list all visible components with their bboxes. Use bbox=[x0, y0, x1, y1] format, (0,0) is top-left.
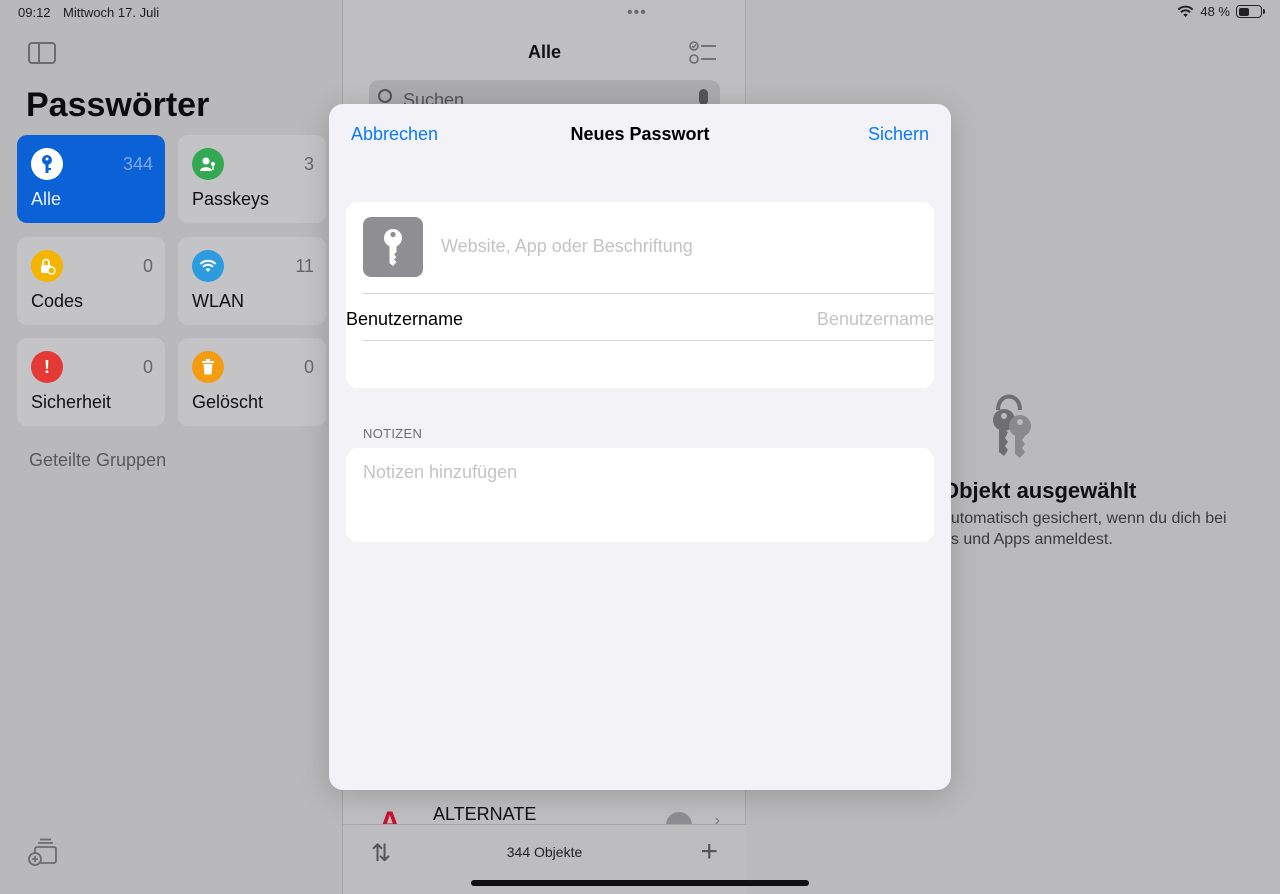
battery-icon bbox=[1236, 5, 1265, 18]
status-bar: 09:12 Mittwoch 17. Juli 48 % bbox=[0, 0, 1280, 26]
cancel-button[interactable]: Abbrechen bbox=[351, 124, 438, 145]
tile-geloescht[interactable]: 0 Gelöscht bbox=[178, 338, 326, 426]
exclamation-icon: ! bbox=[31, 351, 63, 383]
website-input[interactable] bbox=[441, 236, 911, 257]
shared-groups-heading[interactable]: Geteilte Gruppen bbox=[29, 450, 166, 471]
notes-header: NOTIZEN bbox=[363, 426, 423, 441]
lock-clock-icon bbox=[31, 250, 63, 282]
trash-icon bbox=[192, 351, 224, 383]
tile-label: Gelöscht bbox=[192, 392, 264, 412]
username-label: Benutzername bbox=[346, 309, 464, 329]
notes-placeholder: Notizen hinzufügen bbox=[363, 462, 518, 482]
tile-count: 344 bbox=[122, 154, 153, 174]
sidebar: Passwörter 344 Alle 3 Passkeys 0 Codes 1… bbox=[0, 0, 343, 894]
divider bbox=[363, 340, 934, 341]
new-password-sheet: Neues Passwort Abbrechen Sichern Benutze… bbox=[329, 104, 951, 790]
tile-count: 0 bbox=[142, 357, 153, 377]
list-title: Alle bbox=[527, 42, 561, 62]
tile-label: Passkeys bbox=[192, 189, 270, 209]
tile-alle[interactable]: 344 Alle bbox=[17, 135, 165, 223]
filter-list-icon[interactable] bbox=[689, 40, 717, 66]
wifi-icon bbox=[192, 250, 224, 282]
detail-subtitle: automatisch gesichert, wenn du dich bei … bbox=[942, 510, 1227, 548]
tile-passkeys[interactable]: 3 Passkeys bbox=[178, 135, 326, 223]
detail-title: Objekt ausgewählt bbox=[942, 478, 1137, 503]
sidebar-toggle-icon[interactable] bbox=[28, 42, 56, 64]
status-time: 09:12 bbox=[18, 5, 51, 20]
tile-label: Alle bbox=[31, 189, 62, 209]
sidebar-title: Passwörter bbox=[26, 86, 210, 124]
search-icon bbox=[378, 89, 392, 103]
tile-wlan[interactable]: 11 WLAN bbox=[178, 237, 326, 325]
tile-count: 0 bbox=[303, 357, 314, 377]
item-count: 344 Objekte bbox=[506, 844, 583, 860]
tile-sicherheit[interactable]: ! 0 Sicherheit bbox=[17, 338, 165, 426]
tile-label: WLAN bbox=[192, 291, 245, 311]
battery-percent: 48 % bbox=[1200, 4, 1230, 19]
tile-label: Sicherheit bbox=[31, 392, 112, 412]
tile-codes[interactable]: 0 Codes bbox=[17, 237, 165, 325]
list-item-name: ALTERNATE bbox=[433, 804, 537, 824]
tile-count: 11 bbox=[295, 256, 314, 276]
key-icon bbox=[31, 148, 63, 180]
tile-count: 3 bbox=[303, 154, 314, 174]
tile-count: 0 bbox=[142, 256, 153, 276]
microphone-icon[interactable] bbox=[699, 89, 708, 105]
notes-field[interactable]: Notizen hinzufügen bbox=[346, 448, 934, 542]
keys-icon bbox=[993, 394, 1031, 458]
credential-card bbox=[346, 202, 934, 388]
tile-label: Codes bbox=[31, 291, 84, 311]
divider bbox=[363, 293, 934, 294]
status-date: Mittwoch 17. Juli bbox=[63, 5, 160, 20]
wifi-status-icon bbox=[1177, 5, 1194, 17]
status-right: 48 % bbox=[1177, 4, 1265, 19]
key-placeholder-icon[interactable] bbox=[363, 217, 423, 277]
new-group-icon[interactable] bbox=[28, 838, 58, 866]
list-item[interactable]: A ALTERNATE › bbox=[343, 796, 746, 839]
home-indicator bbox=[471, 880, 809, 886]
username-field[interactable]: Benutzername bbox=[817, 309, 934, 330]
add-icon[interactable]: + bbox=[700, 835, 718, 869]
person-key-icon bbox=[192, 148, 224, 180]
save-button[interactable]: Sichern bbox=[868, 124, 929, 145]
